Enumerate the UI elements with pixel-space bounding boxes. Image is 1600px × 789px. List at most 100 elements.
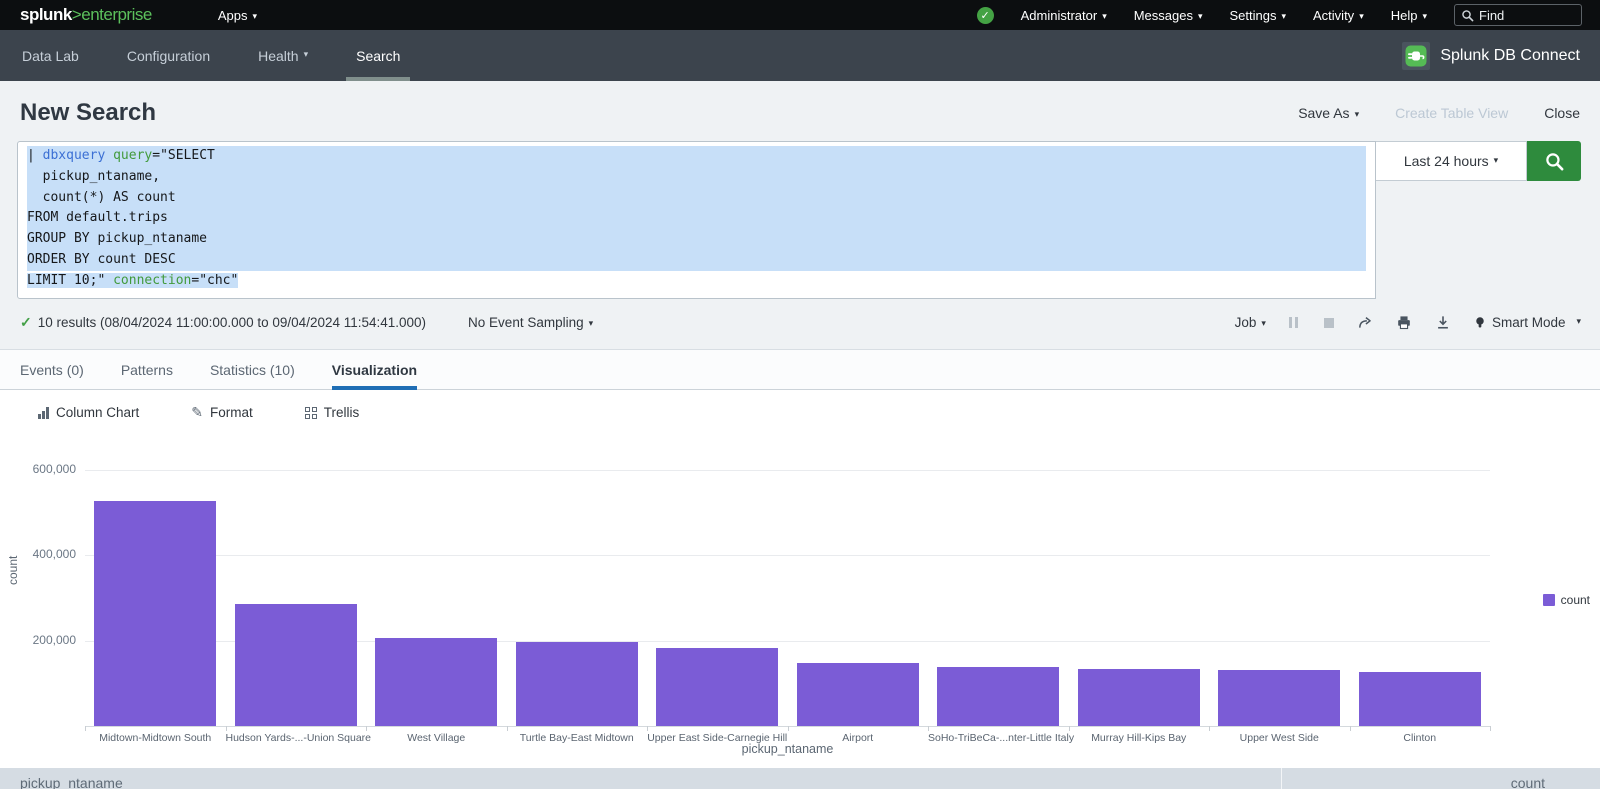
topbar-menu-activity[interactable]: Activity▾ (1313, 8, 1364, 23)
caret-icon: ▾ (1422, 11, 1427, 21)
bar-slot (1209, 670, 1350, 726)
bar-4[interactable] (516, 642, 638, 726)
health-status-icon[interactable]: ✓ (977, 7, 994, 24)
top-navigation-bar: splunk>enterprise Apps▾ ✓ Administrator▾… (0, 0, 1600, 30)
tab-events-0[interactable]: Events (0) (20, 350, 84, 389)
query-line: count(*) AS count (27, 188, 1366, 209)
tab-patterns[interactable]: Patterns (121, 350, 173, 389)
query-line: FROM default.trips (27, 208, 1366, 229)
results-summary: 10 results (08/04/2024 11:00:00.000 to 0… (38, 315, 426, 330)
x-axis-title: pickup_ntaname (85, 742, 1490, 756)
caret-icon: ▾ (1359, 11, 1364, 21)
export-button[interactable] (1435, 315, 1451, 330)
bar-10[interactable] (1359, 672, 1481, 726)
tab-visualization[interactable]: Visualization (332, 350, 417, 389)
topbar-menu-help[interactable]: Help▾ (1391, 8, 1427, 23)
appbar-item-health[interactable]: Health▾ (256, 30, 310, 81)
topbar-menu-settings[interactable]: Settings▾ (1230, 8, 1287, 23)
caret-icon: ▾ (1198, 11, 1203, 21)
save-as-button[interactable]: Save As▾ (1298, 105, 1359, 121)
app-title: Splunk DB Connect (1440, 47, 1580, 65)
plug-icon (1404, 44, 1428, 68)
topbar-menu-administrator[interactable]: Administrator▾ (1021, 8, 1107, 23)
x-axis-tick (928, 726, 929, 731)
bar-5[interactable] (656, 648, 778, 726)
query-line: | dbxquery query="SELECT (27, 146, 1366, 167)
bar-8[interactable] (1078, 669, 1200, 726)
create-table-view-button: Create Table View (1395, 105, 1508, 121)
lightbulb-icon (1474, 315, 1486, 330)
share-icon (1357, 315, 1373, 330)
x-axis-tick (1490, 726, 1491, 731)
column-header-pickup-ntaname[interactable]: pickup_ntaname (20, 775, 123, 789)
logo-brand: splunk (20, 5, 72, 24)
app-navigation-bar: Data Lab Configuration Health▾ Search Splun… (0, 30, 1600, 81)
caret-icon: ▾ (1102, 11, 1107, 21)
bar-slot (647, 648, 788, 726)
share-button[interactable] (1357, 315, 1373, 330)
chart-legend[interactable]: count (1543, 593, 1590, 607)
topbar-menu-messages[interactable]: Messages▾ (1134, 8, 1203, 23)
run-search-button[interactable] (1527, 141, 1581, 181)
bar-9[interactable] (1218, 670, 1340, 726)
query-line: LIMIT 10;" connection="chc" (27, 271, 1366, 292)
bar-6[interactable] (797, 663, 919, 726)
job-menu[interactable]: Job▾ (1235, 315, 1266, 330)
logo-product: enterprise (81, 5, 152, 24)
trellis-button[interactable]: Trellis (305, 405, 360, 420)
apps-menu[interactable]: Apps▾ (218, 8, 257, 23)
search-query-input[interactable]: | dbxquery query="SELECT pickup_ntaname,… (17, 141, 1376, 299)
close-button[interactable]: Close (1544, 105, 1580, 121)
y-tick-label: 200,000 (0, 633, 76, 647)
search-mode-menu[interactable]: Smart Mode▾ (1474, 315, 1581, 330)
splunk-logo[interactable]: splunk>enterprise (20, 5, 152, 25)
page-title: New Search (20, 99, 156, 127)
column-chart: count 200,000400,000600,000 Midtown-Midt… (0, 435, 1600, 768)
bar-1[interactable] (94, 501, 216, 726)
bar-7[interactable] (937, 667, 1059, 726)
find-search-box[interactable] (1454, 4, 1582, 26)
logo-gt: > (72, 5, 81, 24)
bar-2[interactable] (235, 604, 357, 726)
find-input[interactable] (1479, 8, 1569, 23)
pencil-icon: ✎ (191, 404, 203, 421)
chart-type-picker[interactable]: Column Chart (38, 405, 139, 420)
x-axis-tick (647, 726, 648, 731)
caret-icon: ▾ (589, 318, 594, 328)
x-axis-tick (1350, 726, 1351, 731)
time-range-picker[interactable]: Last 24 hours▾ (1376, 141, 1527, 181)
caret-icon: ▾ (1281, 11, 1286, 21)
x-axis-tick (1069, 726, 1070, 731)
appbar-item-data-lab[interactable]: Data Lab (20, 30, 81, 81)
print-button[interactable] (1396, 315, 1412, 330)
query-line: pickup_ntaname, (27, 167, 1366, 188)
stop-button[interactable] (1324, 318, 1334, 328)
column-header-count[interactable]: count (1511, 775, 1545, 789)
x-axis-tick (226, 726, 227, 731)
bar-slot (85, 501, 226, 726)
bar-slot (226, 604, 367, 726)
caret-icon: ▾ (1494, 155, 1499, 166)
results-check-icon: ✓ (20, 314, 32, 331)
x-axis-tick (507, 726, 508, 731)
x-axis-tick (1209, 726, 1210, 731)
caret-icon: ▾ (252, 11, 257, 21)
appbar-item-search[interactable]: Search (354, 30, 402, 81)
appbar-item-configuration[interactable]: Configuration (125, 30, 212, 81)
bar-slot (507, 642, 648, 726)
format-button[interactable]: ✎ Format (191, 404, 253, 421)
bar-3[interactable] (375, 638, 497, 726)
caret-icon: ▾ (1261, 318, 1266, 328)
active-tab-underline (346, 77, 410, 81)
trellis-grid-icon (305, 407, 317, 419)
x-axis-tick (366, 726, 367, 731)
tab-statistics-10[interactable]: Statistics (10) (210, 350, 295, 389)
column-divider (1281, 768, 1282, 789)
pause-button[interactable] (1289, 317, 1301, 328)
caret-icon: ▾ (1576, 316, 1581, 327)
y-tick-label: 400,000 (0, 547, 76, 561)
x-axis-tick (85, 726, 86, 731)
bar-slot (788, 663, 929, 726)
event-sampling-menu[interactable]: No Event Sampling▾ (468, 315, 593, 330)
db-connect-app-icon[interactable] (1402, 42, 1430, 70)
